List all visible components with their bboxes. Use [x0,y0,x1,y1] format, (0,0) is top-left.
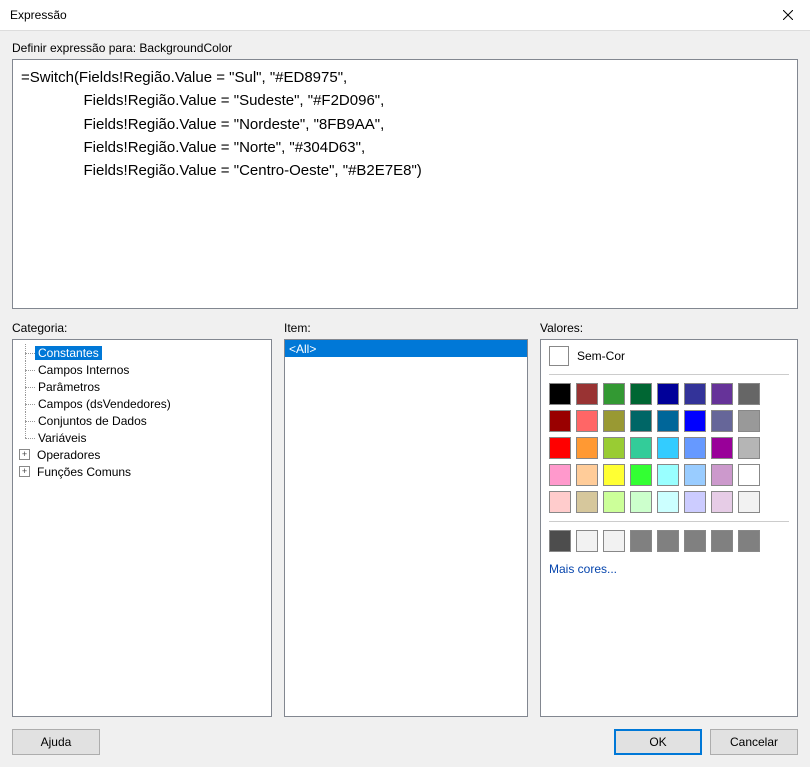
category-label-text: Campos (dsVendedores) [35,397,174,411]
color-swatch[interactable] [684,464,706,486]
color-swatch[interactable] [738,464,760,486]
color-swatch[interactable] [657,383,679,405]
color-swatch[interactable] [738,410,760,432]
values-box: Sem-Cor Mais cores... [540,339,798,717]
category-label-text: Funções Comuns [34,465,134,479]
color-swatch[interactable] [603,410,625,432]
title-bar: Expressão [0,0,810,31]
color-swatch[interactable] [711,410,733,432]
color-swatch[interactable] [603,464,625,486]
color-swatch[interactable] [684,410,706,432]
tree-connector [19,378,35,395]
ok-button[interactable]: OK [614,729,702,755]
recent-color-swatch[interactable] [630,530,652,552]
recent-color-swatch[interactable] [549,530,571,552]
color-swatch[interactable] [657,410,679,432]
color-swatch[interactable] [657,464,679,486]
color-swatch[interactable] [549,491,571,513]
color-swatch[interactable] [630,437,652,459]
category-label-text: Campos Internos [35,363,132,377]
color-swatch[interactable] [603,491,625,513]
color-swatch[interactable] [549,437,571,459]
tree-connector [19,395,35,412]
color-swatch[interactable] [630,464,652,486]
category-label-text: Operadores [34,448,103,462]
color-swatch[interactable] [549,464,571,486]
color-swatch[interactable] [576,437,598,459]
item-list[interactable]: <All> [284,339,528,717]
color-swatch[interactable] [549,410,571,432]
category-label-text: Variáveis [35,431,89,445]
category-item[interactable]: Campos Internos [15,361,269,378]
category-label-text: Conjuntos de Dados [35,414,150,428]
color-swatch[interactable] [603,437,625,459]
help-button[interactable]: Ajuda [12,729,100,755]
category-tree[interactable]: Constantes Campos Internos Parâmetros Campo… [12,339,272,717]
color-swatch[interactable] [630,491,652,513]
cancel-button[interactable]: Cancelar [710,729,798,755]
tree-connector [19,412,35,429]
category-item[interactable]: + Operadores [15,446,269,463]
values-label: Valores: [540,321,798,335]
color-swatch[interactable] [711,437,733,459]
item-row[interactable]: <All> [285,340,527,357]
recent-color-swatch[interactable] [603,530,625,552]
color-swatch[interactable] [630,410,652,432]
tree-connector [19,344,35,361]
category-label: Categoria: [12,321,272,335]
color-swatch[interactable] [711,491,733,513]
color-swatch[interactable] [711,464,733,486]
color-swatch[interactable] [738,383,760,405]
color-swatch[interactable] [738,491,760,513]
color-swatch[interactable] [657,437,679,459]
color-swatch[interactable] [684,437,706,459]
recent-color-swatch[interactable] [576,530,598,552]
color-swatch[interactable] [576,410,598,432]
recent-color-swatch[interactable] [657,530,679,552]
close-icon [783,10,793,20]
category-item[interactable]: Parâmetros [15,378,269,395]
color-swatch[interactable] [576,464,598,486]
tree-connector [19,361,35,378]
color-swatch[interactable] [657,491,679,513]
color-swatch[interactable] [603,383,625,405]
item-label: Item: [284,321,528,335]
more-colors-link[interactable]: Mais cores... [549,562,617,576]
expression-editor[interactable] [12,59,798,309]
expand-icon[interactable]: + [19,466,30,477]
no-color-option[interactable]: Sem-Cor [549,346,789,375]
category-item[interactable]: Campos (dsVendedores) [15,395,269,412]
color-swatch[interactable] [711,383,733,405]
color-swatch[interactable] [549,383,571,405]
window-title: Expressão [10,8,67,22]
category-item[interactable]: Conjuntos de Dados [15,412,269,429]
category-item[interactable]: Constantes [15,344,269,361]
category-item[interactable]: + Funções Comuns [15,463,269,480]
recent-color-swatch[interactable] [711,530,733,552]
no-color-swatch [549,346,569,366]
color-swatch[interactable] [738,437,760,459]
prompt-label: Definir expressão para: BackgroundColor [12,41,798,55]
color-swatch[interactable] [576,383,598,405]
category-label-text: Constantes [35,346,102,360]
expand-icon[interactable]: + [19,449,30,460]
close-button[interactable] [765,0,810,30]
color-swatch[interactable] [630,383,652,405]
recent-color-swatch[interactable] [684,530,706,552]
color-swatch[interactable] [684,491,706,513]
recent-color-swatch[interactable] [738,530,760,552]
color-swatch[interactable] [684,383,706,405]
color-swatch[interactable] [576,491,598,513]
no-color-label: Sem-Cor [577,349,625,363]
category-label-text: Parâmetros [35,380,103,394]
category-item[interactable]: Variáveis [15,429,269,446]
tree-connector [19,429,35,446]
